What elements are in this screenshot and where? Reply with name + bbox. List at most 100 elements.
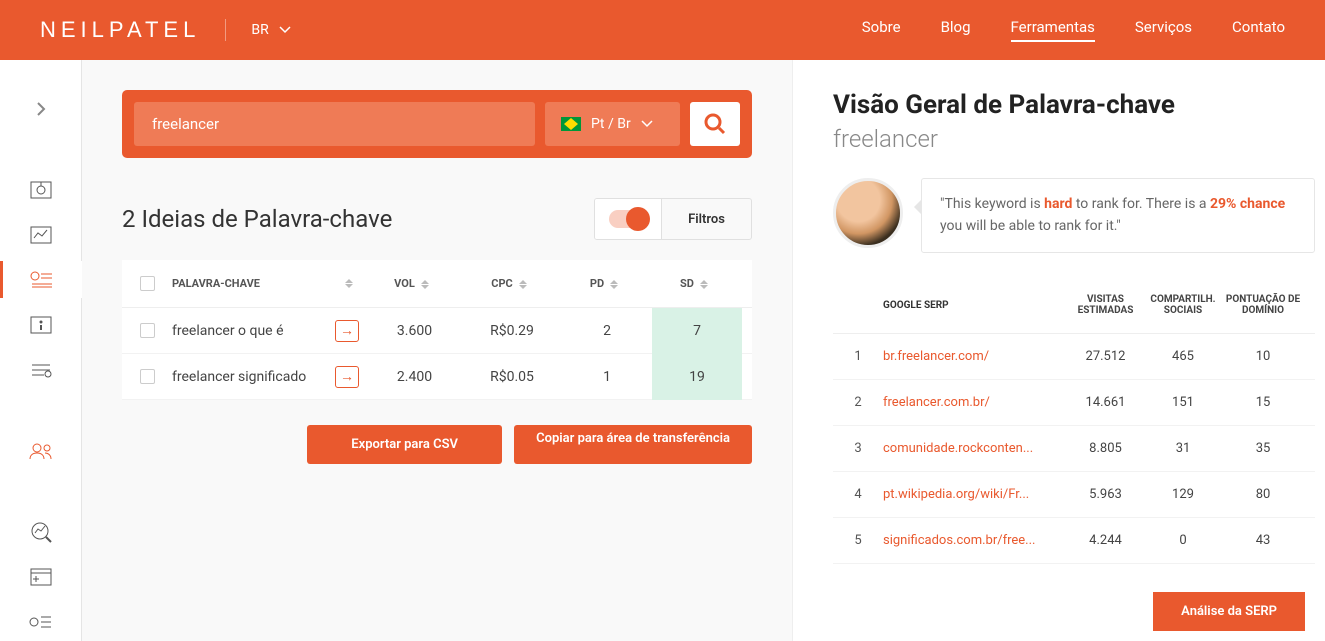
- sort-icon[interactable]: [519, 280, 533, 289]
- sort-icon[interactable]: [421, 280, 435, 289]
- url-cell[interactable]: pt.wikipedia.org/wiki/Fr...: [883, 487, 1068, 502]
- social-cell: 151: [1143, 395, 1223, 410]
- chevron-down-icon: [641, 120, 653, 128]
- serp-header: GOOGLE SERP VISITAS ESTIMADAS COMPARTILH…: [833, 278, 1315, 334]
- chevron-down-icon: [279, 26, 291, 34]
- sidebar-browser-icon[interactable]: [0, 559, 82, 596]
- locale-label: BR: [251, 22, 268, 38]
- row-checkbox[interactable]: [140, 323, 155, 338]
- tip-box: "This keyword is hard to rank for. There…: [833, 178, 1315, 253]
- sort-icon[interactable]: [345, 279, 359, 288]
- rank-cell: 1: [833, 349, 883, 364]
- col-cpc[interactable]: CPC: [491, 277, 512, 290]
- dom-cell: 15: [1223, 395, 1303, 410]
- export-csv-button[interactable]: Exportar para CSV: [307, 425, 502, 464]
- table-header: PALAVRA-CHAVE VOL CPC PD SD: [122, 260, 752, 308]
- search-icon: [704, 113, 726, 135]
- tip-chance: 29% chance: [1210, 196, 1285, 212]
- social-cell: 0: [1143, 533, 1223, 548]
- export-arrow-icon[interactable]: →: [335, 366, 359, 388]
- serp-row: 2 freelancer.com.br/ 14.661 151 15: [833, 380, 1315, 426]
- filters-button[interactable]: Filtros: [661, 199, 751, 239]
- header: NEILPATEL BR Sobre Blog Ferramentas Serv…: [0, 0, 1325, 60]
- overview-title: Visão Geral de Palavra-chave: [833, 90, 1315, 120]
- sort-icon[interactable]: [610, 280, 624, 289]
- serp-row: 4 pt.wikipedia.org/wiki/Fr... 5.963 129 …: [833, 472, 1315, 518]
- col-keyword[interactable]: PALAVRA-CHAVE: [172, 277, 331, 290]
- dom-cell: 35: [1223, 441, 1303, 456]
- keyword-cell: freelancer significado: [172, 369, 327, 385]
- rank-cell: 2: [833, 395, 883, 410]
- social-cell: 465: [1143, 349, 1223, 364]
- visits-cell: 4.244: [1068, 533, 1143, 548]
- pd-cell: 2: [562, 323, 652, 339]
- locale-selector[interactable]: BR: [251, 22, 290, 38]
- table-row: freelancer significado→ 2.400 R$0.05 1 1…: [122, 354, 752, 400]
- export-arrow-icon[interactable]: →: [335, 320, 359, 342]
- serp-row: 3 comunidade.rockconten... 8.805 31 35: [833, 426, 1315, 472]
- row-checkbox[interactable]: [140, 369, 155, 384]
- dom-cell: 43: [1223, 533, 1303, 548]
- social-cell: 129: [1143, 487, 1223, 502]
- tip-bubble: "This keyword is hard to rank for. There…: [921, 178, 1315, 253]
- pd-cell: 1: [562, 369, 652, 385]
- main-nav: Sobre Blog Ferramentas Serviços Contato: [862, 18, 1285, 42]
- col-vol[interactable]: VOL: [394, 277, 415, 290]
- nav-blog[interactable]: Blog: [941, 18, 971, 42]
- search-locale-selector[interactable]: Pt / Br: [545, 102, 680, 146]
- url-cell[interactable]: br.freelancer.com/: [883, 349, 1068, 364]
- sidebar-expand[interactable]: [0, 90, 82, 127]
- dom-cell: 80: [1223, 487, 1303, 502]
- flag-br-icon: [561, 117, 581, 131]
- col-sd[interactable]: SD: [680, 277, 694, 290]
- col-domain: PONTUAÇÃO DE DOMÍNIO: [1223, 294, 1303, 316]
- vol-cell: 2.400: [367, 369, 462, 385]
- keyword-cell: freelancer o que é: [172, 323, 327, 339]
- nav-about[interactable]: Sobre: [862, 18, 901, 42]
- url-cell[interactable]: significados.com.br/free...: [883, 533, 1068, 548]
- search-locale-label: Pt / Br: [591, 116, 631, 132]
- sidebar: [0, 60, 82, 641]
- url-cell[interactable]: freelancer.com.br/: [883, 395, 1068, 410]
- serp-row: 5 significados.com.br/free... 4.244 0 43: [833, 518, 1315, 564]
- search-input[interactable]: [134, 102, 535, 146]
- sidebar-info-icon[interactable]: [0, 306, 82, 343]
- sidebar-users-icon[interactable]: [0, 433, 82, 470]
- nav-tools[interactable]: Ferramentas: [1011, 18, 1095, 42]
- sidebar-analysis-icon[interactable]: [0, 514, 82, 551]
- sidebar-dashboard-icon[interactable]: [0, 171, 82, 208]
- sd-cell: 19: [652, 354, 742, 400]
- avatar: [833, 178, 903, 248]
- nav-contact[interactable]: Contato: [1232, 18, 1285, 42]
- col-pd[interactable]: PD: [590, 277, 604, 290]
- dom-cell: 10: [1223, 349, 1303, 364]
- nav-services[interactable]: Serviços: [1135, 18, 1192, 42]
- serp-table: GOOGLE SERP VISITAS ESTIMADAS COMPARTILH…: [833, 278, 1315, 564]
- social-cell: 31: [1143, 441, 1223, 456]
- rank-cell: 5: [833, 533, 883, 548]
- sidebar-list-icon[interactable]: [0, 352, 82, 389]
- sd-cell: 7: [652, 308, 742, 354]
- copy-clipboard-button[interactable]: Copiar para área de transferência: [514, 425, 752, 464]
- search-bar: Pt / Br: [122, 90, 752, 158]
- url-cell[interactable]: comunidade.rockconten...: [883, 441, 1068, 456]
- keyword-ideas-pane: Pt / Br 2 Ideias de Palavra-chave Filtro…: [82, 60, 792, 641]
- visits-cell: 8.805: [1068, 441, 1143, 456]
- search-button[interactable]: [690, 102, 740, 146]
- sidebar-ideas-icon[interactable]: [0, 261, 82, 298]
- sidebar-report-icon[interactable]: [0, 604, 82, 641]
- sidebar-chart-icon[interactable]: [0, 216, 82, 253]
- visits-cell: 27.512: [1068, 349, 1143, 364]
- table-row: freelancer o que é→ 3.600 R$0.29 2 7: [122, 308, 752, 354]
- ideas-title: 2 Ideias de Palavra-chave: [122, 205, 392, 233]
- rank-cell: 3: [833, 441, 883, 456]
- serp-analysis-button[interactable]: Análise da SERP: [1153, 592, 1305, 631]
- sort-icon[interactable]: [700, 280, 714, 289]
- col-visits: VISITAS ESTIMADAS: [1068, 294, 1143, 316]
- col-social: COMPARTILH. SOCIAIS: [1143, 294, 1223, 316]
- col-serp: GOOGLE SERP: [883, 300, 1068, 311]
- vol-cell: 3.600: [367, 323, 462, 339]
- select-all-checkbox[interactable]: [140, 276, 155, 291]
- view-toggle[interactable]: [595, 199, 661, 239]
- rank-cell: 4: [833, 487, 883, 502]
